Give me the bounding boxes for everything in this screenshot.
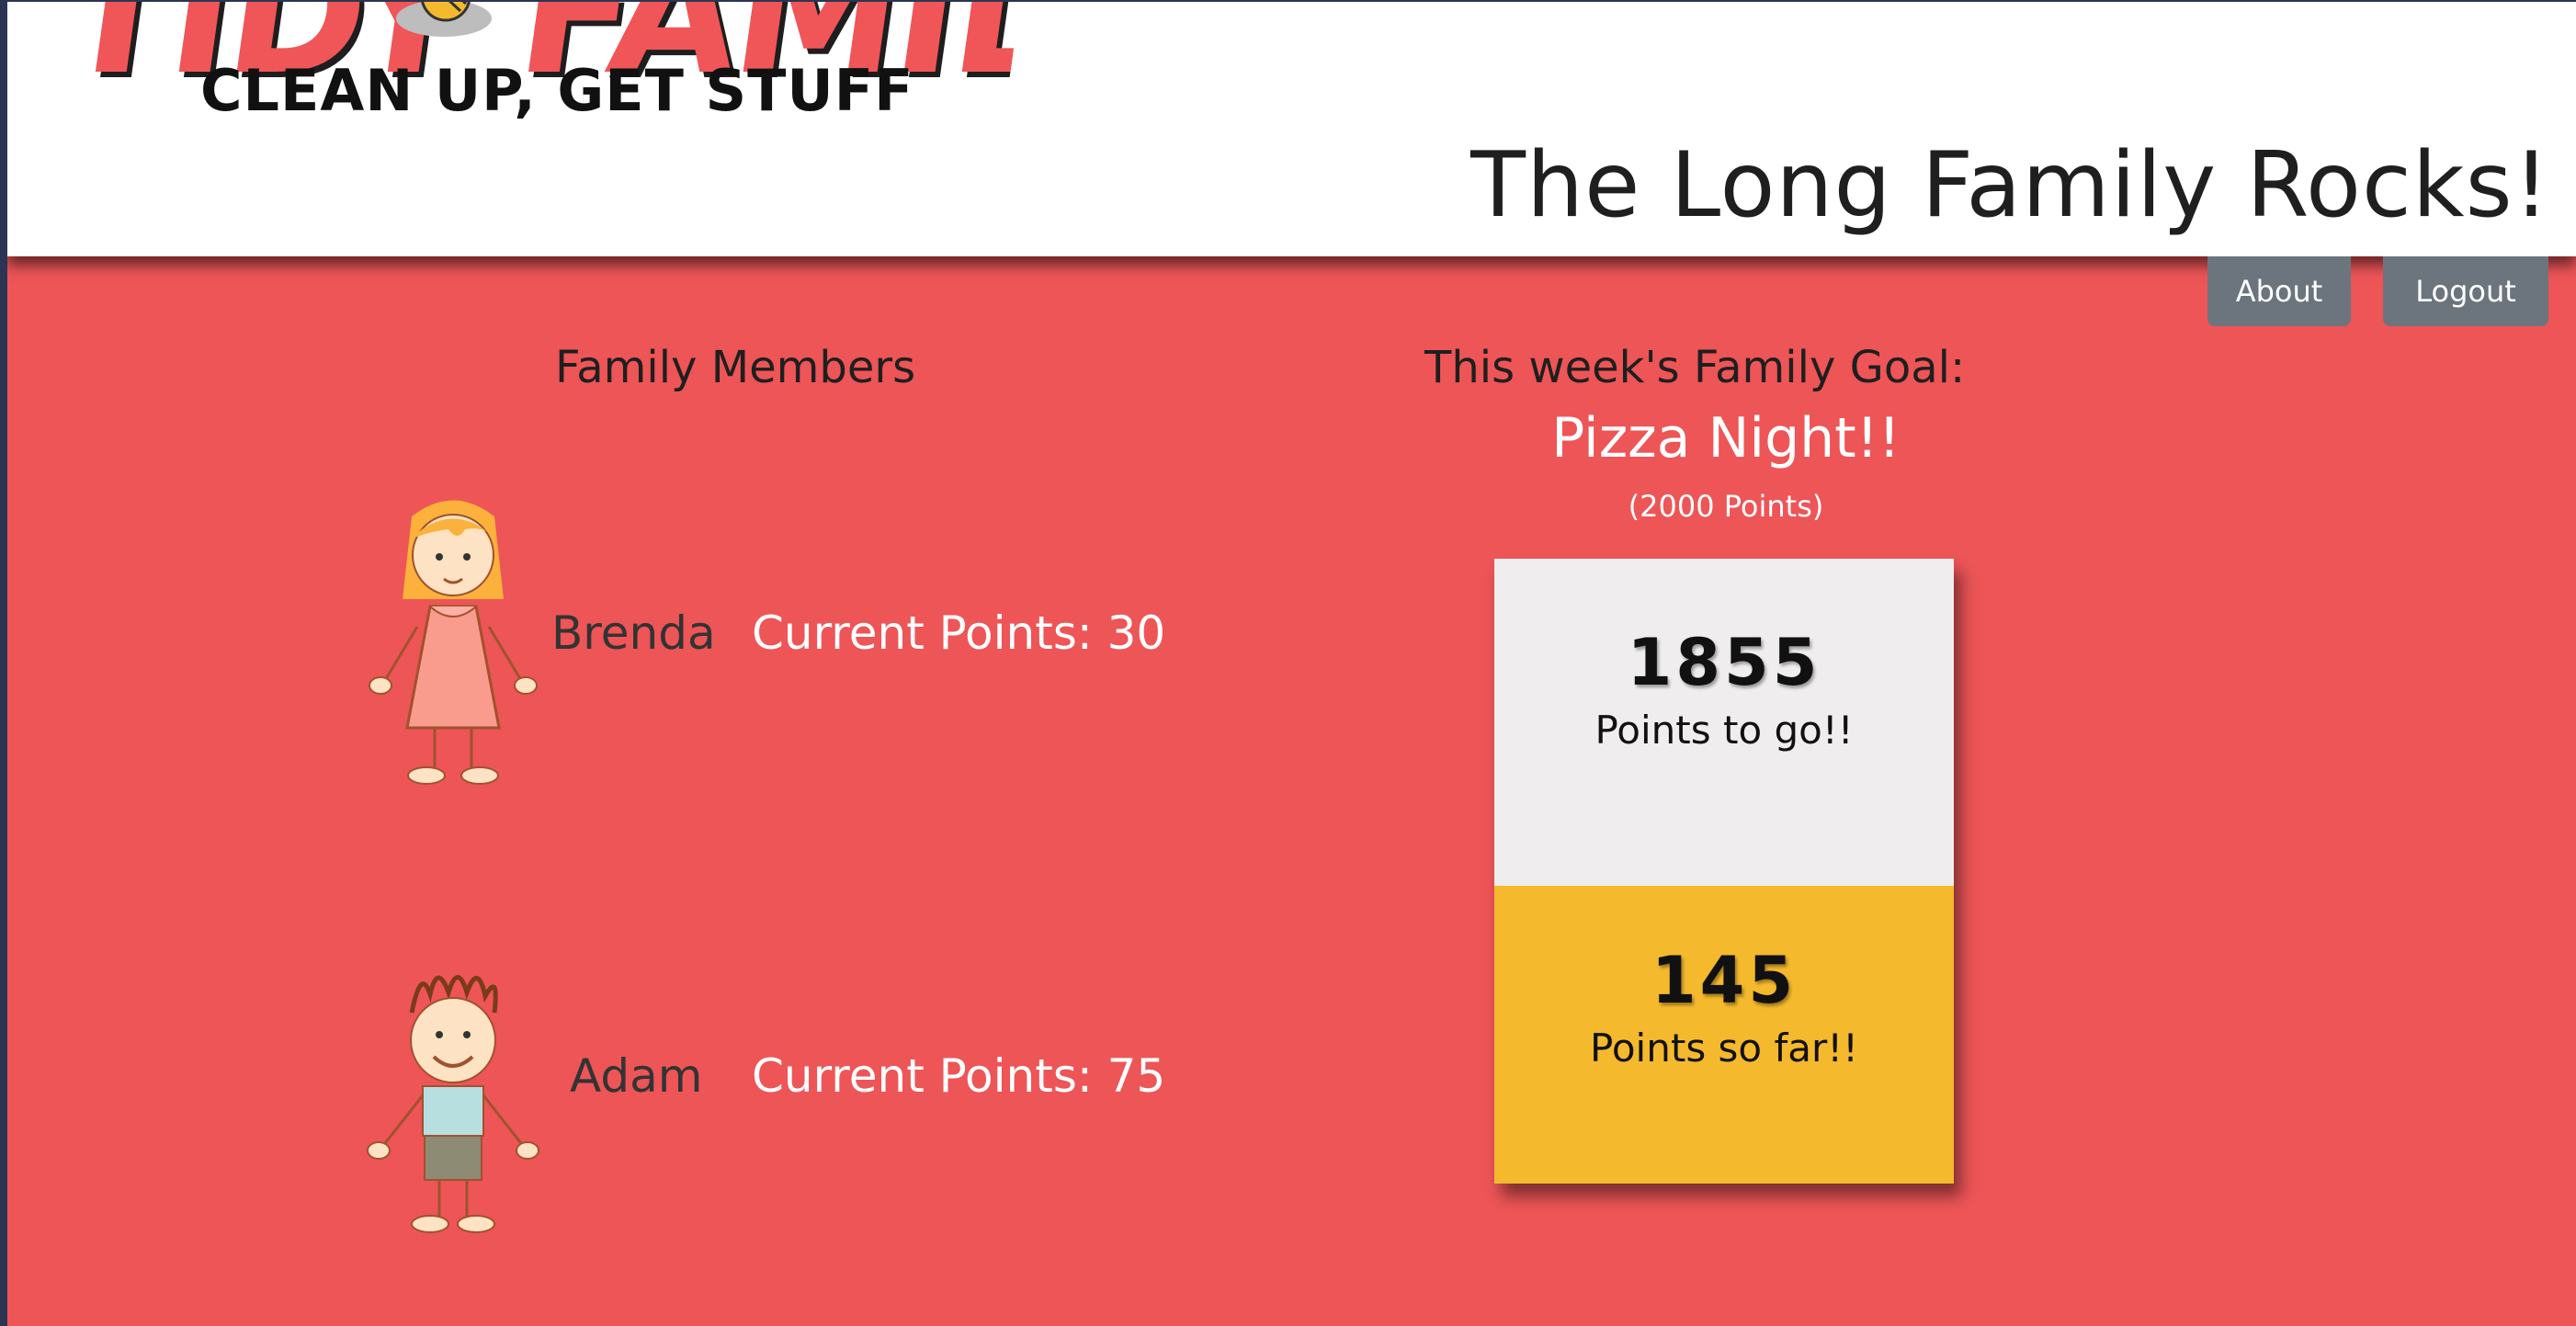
about-button[interactable]: About <box>2207 256 2351 326</box>
family-title: The Long Family Rocks! <box>1470 133 2550 238</box>
goal-name: Pizza Night!! <box>1551 406 1901 470</box>
mop-icon <box>396 2 492 37</box>
points-so-far-label: Points so far!! <box>1590 1026 1858 1071</box>
girl-avatar-icon[interactable] <box>357 489 550 792</box>
app-window: TIDY FAMILY CLEAN UP, GET STUFF The Long… <box>7 2 2576 1326</box>
points-to-go-label: Points to go!! <box>1594 708 1854 753</box>
family-goal-heading: This week's Family Goal: <box>1424 342 1966 393</box>
points-to-go-panel: 1855 Points to go!! <box>1494 559 1954 886</box>
family-member-brenda[interactable]: Brenda Current Points: 30 <box>357 489 1276 785</box>
points-so-far-value: 145 <box>1651 943 1798 1018</box>
logout-button[interactable]: Logout <box>2383 256 2548 326</box>
family-members-heading: Family Members <box>555 342 916 393</box>
points-so-far-panel: 145 Points so far!! <box>1494 886 1954 1184</box>
boy-avatar-icon[interactable] <box>357 958 550 1261</box>
family-member-adam[interactable]: Adam Current Points: 75 <box>357 958 1276 1233</box>
goal-points-required: (2000 Points) <box>1628 489 1824 524</box>
member-points: Current Points: 75 <box>752 1049 1166 1103</box>
app-logo[interactable]: TIDY FAMILY CLEAN UP, GET STUFF <box>52 2 1046 135</box>
member-name[interactable]: Brenda <box>551 606 716 660</box>
goal-progress-meter: 1855 Points to go!! 145 Points so far!! <box>1494 559 1954 1184</box>
header: TIDY FAMILY CLEAN UP, GET STUFF The Long… <box>7 2 2576 256</box>
logo-tagline: CLEAN UP, GET STUFF <box>200 57 914 124</box>
points-to-go-value: 1855 <box>1627 625 1821 700</box>
member-points: Current Points: 30 <box>752 606 1166 660</box>
member-name[interactable]: Adam <box>570 1049 702 1103</box>
